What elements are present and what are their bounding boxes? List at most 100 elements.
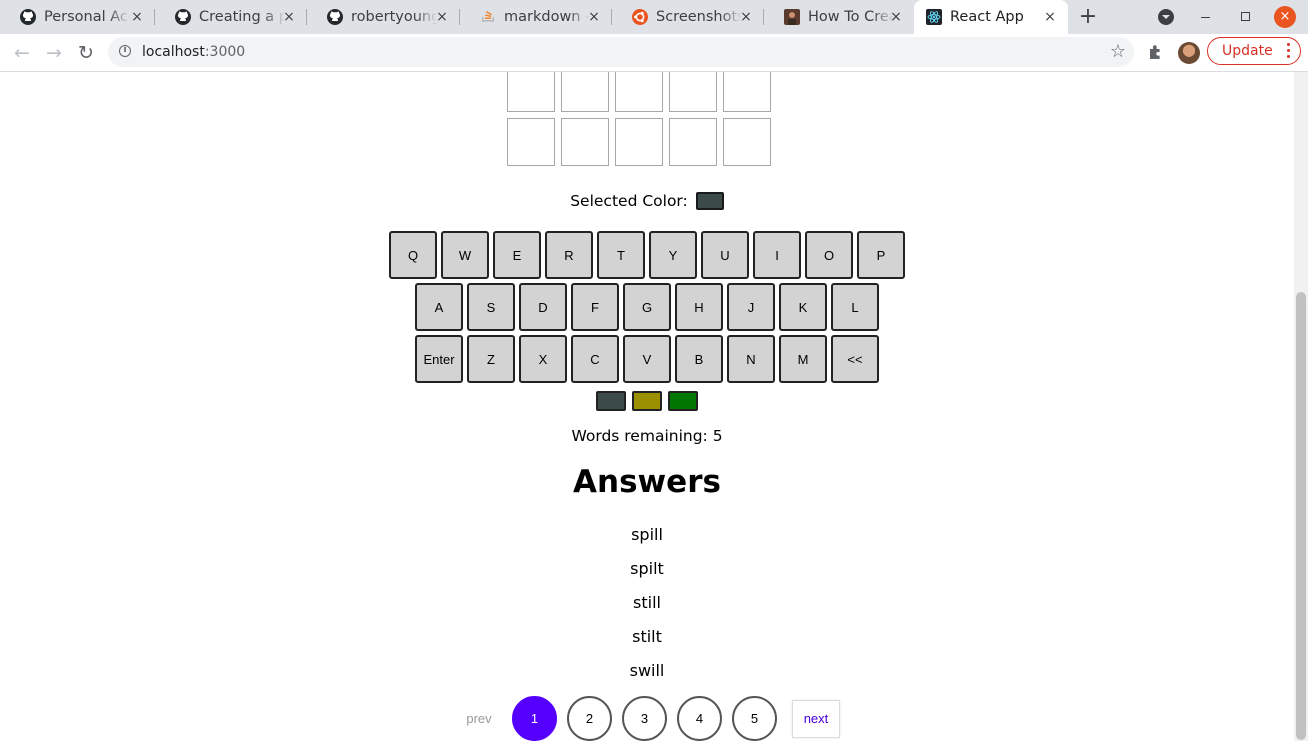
browser-tab[interactable]: Creating a pe × bbox=[155, 0, 307, 34]
key-j[interactable]: J bbox=[727, 283, 775, 331]
key-backspace[interactable]: << bbox=[831, 335, 879, 383]
page-scrollbar[interactable] bbox=[1294, 72, 1308, 741]
key-enter[interactable]: Enter bbox=[415, 335, 463, 383]
browser-toolbar: ← → ↻ i localhost:3000 ☆ Update bbox=[0, 34, 1308, 72]
letter-cell[interactable] bbox=[723, 118, 771, 166]
page-button-1[interactable]: 1 bbox=[512, 696, 557, 741]
next-page-button[interactable]: next bbox=[792, 699, 840, 738]
reload-icon[interactable]: ↻ bbox=[73, 40, 99, 66]
tab-title: How To Crea bbox=[808, 9, 894, 25]
letter-cell[interactable] bbox=[723, 72, 771, 112]
url-host: localhost bbox=[142, 44, 205, 60]
close-window-icon[interactable]: × bbox=[1274, 6, 1296, 28]
address-bar[interactable]: i localhost:3000 ☆ bbox=[108, 37, 1134, 67]
react-icon bbox=[926, 9, 942, 25]
key-i[interactable]: I bbox=[753, 231, 801, 279]
answer-item: spill bbox=[631, 525, 663, 544]
key-n[interactable]: N bbox=[727, 335, 775, 383]
letter-cell[interactable] bbox=[561, 72, 609, 112]
browser-tab[interactable]: markdown - I × bbox=[460, 0, 612, 34]
key-h[interactable]: H bbox=[675, 283, 723, 331]
bookmark-star-icon[interactable]: ☆ bbox=[1110, 41, 1126, 63]
close-tab-icon[interactable]: × bbox=[129, 9, 145, 25]
key-l[interactable]: L bbox=[831, 283, 879, 331]
answer-item: spilt bbox=[630, 559, 664, 578]
close-tab-icon[interactable]: × bbox=[281, 9, 297, 25]
color-option-yellow[interactable] bbox=[632, 391, 662, 411]
new-tab-button[interactable]: + bbox=[1076, 5, 1100, 29]
browser-tab[interactable]: robertyoung × bbox=[307, 0, 460, 34]
color-option-green[interactable] bbox=[668, 391, 698, 411]
key-e[interactable]: E bbox=[493, 231, 541, 279]
browser-tab[interactable]: Screenshots × bbox=[612, 0, 764, 34]
selected-color-row: Selected Color: bbox=[0, 192, 1294, 210]
key-r[interactable]: R bbox=[545, 231, 593, 279]
key-y[interactable]: Y bbox=[649, 231, 697, 279]
letter-cell[interactable] bbox=[669, 118, 717, 166]
letter-cell[interactable] bbox=[615, 118, 663, 166]
key-u[interactable]: U bbox=[701, 231, 749, 279]
answer-item: stilt bbox=[632, 627, 662, 646]
keyboard-row: Enter Z X C V B N M << bbox=[0, 335, 1294, 383]
browser-tab-active[interactable]: React App × bbox=[914, 0, 1068, 34]
keyboard-row: ASDFGHJKL bbox=[0, 283, 1294, 331]
key-w[interactable]: W bbox=[441, 231, 489, 279]
key-f[interactable]: F bbox=[571, 283, 619, 331]
maximize-window-icon[interactable] bbox=[1237, 8, 1253, 24]
profile-avatar[interactable] bbox=[1178, 42, 1200, 64]
minimize-window-icon[interactable] bbox=[1198, 8, 1214, 24]
prev-page-button[interactable]: prev bbox=[454, 711, 504, 726]
letter-cell[interactable] bbox=[507, 118, 555, 166]
github-icon bbox=[175, 9, 191, 25]
key-b[interactable]: B bbox=[675, 335, 723, 383]
key-m[interactable]: M bbox=[779, 335, 827, 383]
key-c[interactable]: C bbox=[571, 335, 619, 383]
letter-cell[interactable] bbox=[561, 118, 609, 166]
key-v[interactable]: V bbox=[623, 335, 671, 383]
on-screen-keyboard: Q W E R T Y U I O P A S D F G H J K L Enter Z X C V B N M << bbox=[0, 231, 1294, 387]
browser-tab[interactable]: Personal Acc × bbox=[0, 0, 155, 34]
page-button-3[interactable]: 3 bbox=[622, 696, 667, 741]
browser-tab[interactable]: How To Crea × bbox=[764, 0, 914, 34]
color-option-gray[interactable] bbox=[596, 391, 626, 411]
close-tab-icon[interactable]: × bbox=[586, 9, 602, 25]
grid-row bbox=[507, 72, 771, 112]
letter-cell[interactable] bbox=[615, 72, 663, 112]
tab-search-icon[interactable] bbox=[1158, 9, 1174, 25]
key-k[interactable]: K bbox=[779, 283, 827, 331]
extensions-puzzle-icon[interactable] bbox=[1147, 43, 1165, 61]
page-button-5[interactable]: 5 bbox=[732, 696, 777, 741]
scrollbar-thumb[interactable] bbox=[1296, 292, 1306, 740]
answer-item: swill bbox=[629, 661, 665, 680]
key-g[interactable]: G bbox=[623, 283, 671, 331]
key-o[interactable]: O bbox=[805, 231, 853, 279]
key-q[interactable]: Q bbox=[389, 231, 437, 279]
key-p[interactable]: P bbox=[857, 231, 905, 279]
letter-cell[interactable] bbox=[669, 72, 717, 112]
close-tab-icon[interactable]: × bbox=[888, 9, 904, 25]
browser-tab-strip: Personal Acc × Creating a pe × robertyou… bbox=[0, 0, 1308, 34]
grid-row bbox=[507, 118, 771, 166]
stackoverflow-icon bbox=[480, 9, 496, 25]
key-t[interactable]: T bbox=[597, 231, 645, 279]
url-port: :3000 bbox=[204, 44, 246, 60]
page-button-2[interactable]: 2 bbox=[567, 696, 612, 741]
close-tab-icon[interactable]: × bbox=[738, 9, 754, 25]
key-a[interactable]: A bbox=[415, 283, 463, 331]
article-icon bbox=[784, 9, 800, 25]
page-button-4[interactable]: 4 bbox=[677, 696, 722, 741]
close-tab-icon[interactable]: × bbox=[1042, 9, 1058, 25]
key-s[interactable]: S bbox=[467, 283, 515, 331]
close-tab-icon[interactable]: × bbox=[434, 9, 450, 25]
forward-arrow-icon[interactable]: → bbox=[41, 40, 67, 66]
back-arrow-icon[interactable]: ← bbox=[9, 40, 35, 66]
letter-cell[interactable] bbox=[507, 72, 555, 112]
key-z[interactable]: Z bbox=[467, 335, 515, 383]
key-x[interactable]: X bbox=[519, 335, 567, 383]
answers-list: spill spilt still stilt swill bbox=[0, 524, 1294, 694]
update-button[interactable]: Update bbox=[1207, 37, 1301, 65]
url-text[interactable]: localhost:3000 bbox=[142, 44, 245, 60]
key-d[interactable]: D bbox=[519, 283, 567, 331]
menu-kebab-icon[interactable] bbox=[1287, 43, 1290, 59]
site-info-icon[interactable]: i bbox=[119, 45, 131, 57]
